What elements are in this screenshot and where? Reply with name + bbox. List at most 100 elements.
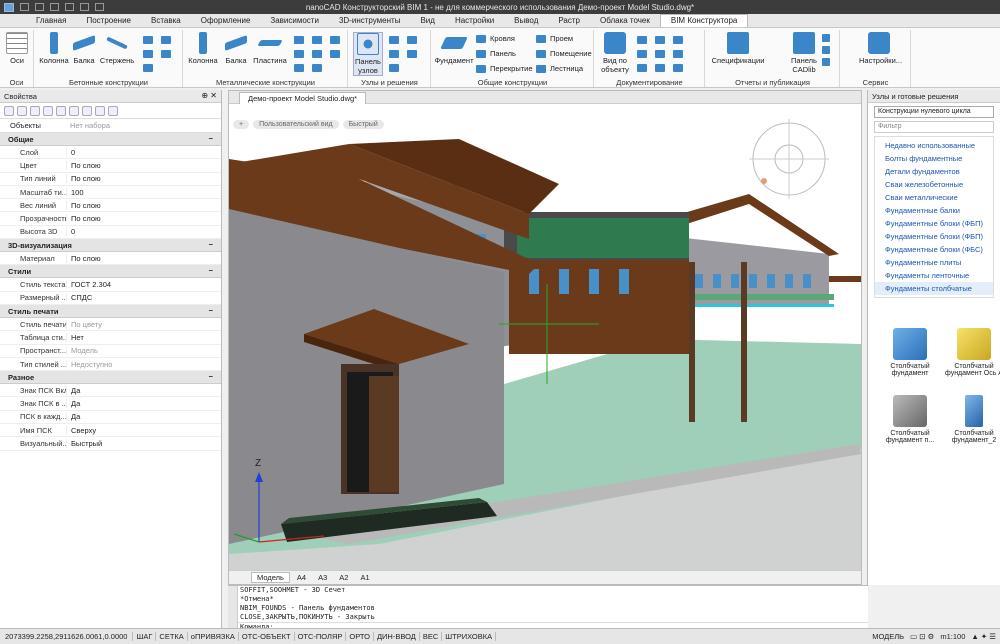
solutions-list-item[interactable]: Фундаментные плиты bbox=[875, 256, 993, 269]
tab-settings[interactable]: Настройки bbox=[445, 15, 504, 27]
dimension-icon[interactable] bbox=[655, 50, 665, 58]
rebar-edit-icon[interactable] bbox=[161, 50, 171, 58]
toggle-osnap[interactable]: оПРИВЯЗКА bbox=[188, 632, 239, 641]
toggle-lineweight[interactable]: ВЕС bbox=[420, 632, 443, 641]
property-value[interactable]: Да bbox=[66, 399, 221, 409]
tile-column-foundation-axis-a[interactable]: Столбчатый фундамент Ось А bbox=[942, 328, 1000, 377]
collapse-icon[interactable]: − bbox=[209, 306, 213, 315]
node-save-icon[interactable] bbox=[407, 50, 417, 58]
property-value[interactable]: Да bbox=[66, 385, 221, 395]
section-header[interactable]: 3D-визуализация − bbox=[0, 239, 221, 253]
axes-button[interactable]: Оси bbox=[4, 32, 30, 65]
solutions-list-item[interactable]: Фундаментные балки bbox=[875, 204, 993, 217]
floor-button[interactable]: Перекрытие bbox=[476, 64, 533, 73]
rebar-line-icon[interactable] bbox=[143, 50, 153, 58]
solutions-list-item[interactable]: Фундаменты ленточные bbox=[875, 269, 993, 282]
tab-home[interactable]: Главная bbox=[26, 15, 76, 27]
property-value[interactable]: СПДС bbox=[66, 293, 221, 303]
property-row[interactable]: Прозрачность По слою bbox=[0, 212, 221, 226]
view-by-object-button[interactable]: Вид по объекту bbox=[597, 32, 633, 74]
column-button[interactable]: Колонна bbox=[39, 32, 69, 65]
collapse-icon[interactable]: − bbox=[209, 266, 213, 275]
visual-style-label[interactable]: Быстрый bbox=[342, 120, 384, 129]
pick-icon[interactable] bbox=[17, 105, 27, 116]
property-row[interactable]: Вес линий По слою bbox=[0, 199, 221, 213]
solutions-list-item[interactable]: Сваи металлические bbox=[875, 191, 993, 204]
solutions-list-item[interactable]: Сваи железобетонные bbox=[875, 178, 993, 191]
solutions-list-item[interactable]: Фундаментные блоки (ФБП) bbox=[875, 217, 993, 230]
property-row[interactable]: Материал По слою bbox=[0, 252, 221, 266]
property-value[interactable]: Да bbox=[66, 412, 221, 422]
node-copy-icon[interactable] bbox=[407, 36, 417, 44]
tile-column-foundation[interactable]: Столбчатый фундамент bbox=[878, 328, 942, 377]
property-row[interactable]: Тип линий По слою bbox=[0, 173, 221, 186]
select-icon[interactable] bbox=[4, 105, 14, 116]
tools-icon[interactable] bbox=[69, 105, 79, 116]
nodes-panel-button[interactable]: Панель узлов bbox=[353, 32, 383, 76]
solutions-list-item[interactable]: Детали фундаментов bbox=[875, 165, 993, 178]
ifc-icon[interactable] bbox=[822, 58, 830, 66]
property-value[interactable]: 0 bbox=[66, 227, 221, 237]
toggle-snap[interactable]: ШАГ bbox=[133, 632, 157, 641]
view-mode-label[interactable]: Пользовательский вид bbox=[253, 120, 339, 129]
section-header[interactable]: Разное − bbox=[0, 371, 221, 385]
node-edit-icon[interactable] bbox=[389, 50, 399, 58]
property-row[interactable]: ПСК в кажд... Да bbox=[0, 411, 221, 425]
section-header[interactable]: Стили − bbox=[0, 265, 221, 279]
opening-button[interactable]: Проем bbox=[536, 34, 573, 43]
property-row[interactable]: Масштаб ти... 100 bbox=[0, 186, 221, 200]
layers-icon[interactable] bbox=[82, 105, 92, 116]
weld-icon[interactable] bbox=[294, 50, 304, 58]
collapse-icon[interactable]: − bbox=[209, 134, 213, 143]
metal-beam-button[interactable]: Балка bbox=[222, 32, 250, 65]
property-value[interactable]: ГОСТ 2.304 bbox=[66, 280, 221, 290]
property-row[interactable]: Тип стилей ... Недоступно bbox=[0, 358, 221, 372]
filter-input[interactable]: Фильтр bbox=[874, 121, 994, 133]
property-value[interactable]: По слою bbox=[66, 214, 221, 224]
metal-column-button[interactable]: Колонна bbox=[186, 32, 220, 65]
tab-a2[interactable]: A2 bbox=[334, 573, 353, 582]
specs-button[interactable]: Спецификации bbox=[710, 32, 766, 65]
property-row[interactable]: Пространст... Модель bbox=[0, 345, 221, 358]
plan-icon[interactable] bbox=[637, 64, 647, 72]
property-value[interactable]: 0 bbox=[66, 147, 221, 157]
rod-button[interactable]: Стержень bbox=[99, 32, 135, 65]
property-value[interactable]: Нет bbox=[66, 332, 221, 342]
solutions-list-item[interactable]: Фундаменты столбчатые bbox=[875, 282, 993, 295]
rebar-mesh-icon[interactable] bbox=[143, 64, 153, 72]
tab-build[interactable]: Построение bbox=[76, 15, 141, 27]
bolt-icon[interactable] bbox=[294, 36, 304, 44]
filter-icon[interactable] bbox=[43, 105, 53, 116]
room-button[interactable]: Помещение bbox=[536, 49, 592, 58]
document-tab[interactable]: Демо-проект Model Studio.dwg* bbox=[239, 92, 367, 104]
mark-icon[interactable] bbox=[655, 64, 665, 72]
toggle-otrack[interactable]: ОТС-ОБЪЕКТ bbox=[239, 632, 295, 641]
property-value[interactable]: По слою bbox=[66, 253, 221, 263]
toggle-ortho[interactable]: ОРТО bbox=[346, 632, 374, 641]
section-header[interactable]: Стиль печати − bbox=[0, 304, 221, 318]
category-combo[interactable]: Конструкции нулевого цикла bbox=[874, 106, 994, 118]
property-row[interactable]: Размерный ... СПДС bbox=[0, 292, 221, 305]
tab-constraints[interactable]: Зависимости bbox=[260, 15, 329, 27]
rebar-arrow-icon[interactable] bbox=[143, 36, 153, 44]
objects-row[interactable]: Объекты Нет набора bbox=[0, 119, 221, 133]
tab-a3[interactable]: A3 bbox=[313, 573, 332, 582]
color-icon[interactable] bbox=[56, 105, 66, 116]
toggle-dyn[interactable]: ДИН-ВВОД bbox=[374, 632, 420, 641]
settings-small-icon[interactable] bbox=[95, 105, 105, 116]
tab-output[interactable]: Вывод bbox=[504, 15, 548, 27]
solutions-list-item[interactable]: Фундаментные блоки (ФБС) bbox=[875, 243, 993, 256]
tab-a4[interactable]: A4 bbox=[292, 573, 311, 582]
fit-icon[interactable] bbox=[312, 50, 322, 58]
trim-icon[interactable] bbox=[330, 50, 340, 58]
tab-view[interactable]: Вид bbox=[410, 15, 444, 27]
solutions-list-item[interactable]: Фундаментные блоки (ФБП) bbox=[875, 230, 993, 243]
quick-select-icon[interactable] bbox=[30, 105, 40, 116]
tab-bim-constructor[interactable]: BIM Конструктора bbox=[659, 14, 749, 27]
property-value[interactable]: Сверху bbox=[66, 425, 221, 435]
property-row[interactable]: Таблица сти... Нет bbox=[0, 331, 221, 345]
pin-icon[interactable]: ⊕ ✕ bbox=[201, 91, 217, 100]
tile-column-foundation-p[interactable]: Столбчатый фундамент п... bbox=[878, 395, 942, 444]
toggle-hatch[interactable]: ШТРИХОВКА bbox=[442, 632, 497, 641]
property-row[interactable]: Стиль текста ГОСТ 2.304 bbox=[0, 278, 221, 292]
